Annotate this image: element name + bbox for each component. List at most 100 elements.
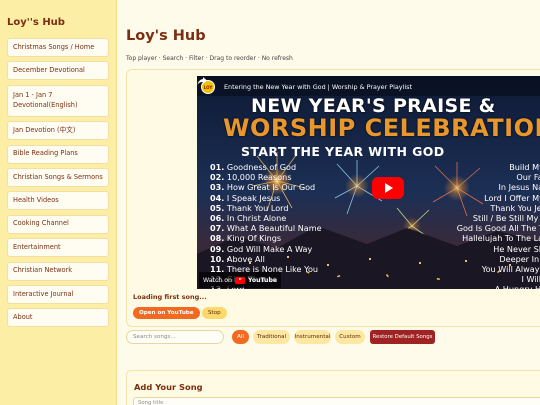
thumbnail-tracklist-left: 01. Goodness of God 02. 10,000 Reasons 03.…: [210, 162, 360, 289]
sidebar-item-label: Christian Songs & Sermons: [13, 172, 103, 181]
add-song-card: Add Your Song: [126, 370, 540, 405]
youtube-logo-icon: [234, 276, 245, 284]
track-title: God Will Make A Way: [226, 243, 313, 254]
tracklist-item: Thank You Jesu: [490, 202, 540, 213]
filter-bar: All Traditional Instrumental Custom Rest…: [126, 329, 540, 345]
search-input[interactable]: [126, 330, 224, 344]
sidebar-item-jan-devotion-chinese[interactable]: Jan Devotion (中文): [7, 121, 109, 141]
play-icon: [385, 183, 393, 193]
track-number: 04.: [210, 192, 225, 203]
tracklist-item: 04. I Speak Jesus: [210, 193, 360, 203]
sidebar-item-label: Bible Reading Plans: [13, 149, 78, 158]
track-number: 06.: [210, 212, 225, 223]
sidebar-item-label: Christmas Songs / Home: [13, 42, 95, 51]
loading-status: Loading first song...: [133, 293, 207, 301]
tracklist-item: I Will Si: [521, 274, 540, 285]
tracklist-item: God Is Good All The Tin: [456, 223, 540, 234]
add-song-heading: Add Your Song: [134, 382, 203, 392]
track-number: 05.: [210, 202, 225, 213]
track-number: 09.: [210, 243, 225, 254]
video-title[interactable]: Entering the New Year with God | Worship…: [224, 83, 412, 91]
filter-chip-traditional[interactable]: Traditional: [253, 330, 290, 344]
tracklist-item: A Hungry Hea: [411, 284, 540, 289]
sidebar-item-bible-reading-plans[interactable]: Bible Reading Plans: [7, 144, 109, 164]
tracklist-item: Our Fath: [516, 172, 540, 183]
sidebar-nav: Christmas Songs / Home December Devotion…: [7, 38, 109, 332]
track-title: How Great Is Our God: [226, 182, 316, 193]
sidebar-item-interactive-journal[interactable]: Interactive Journal: [7, 284, 109, 304]
play-button[interactable]: [372, 177, 404, 199]
tracklist-item: 03. How Great Is Our God: [210, 182, 360, 192]
tracklist-item: 01. Goodness of God: [210, 162, 360, 172]
tracklist-item: 08. King Of Kings: [210, 233, 360, 243]
tracklist-item: Lord I Offer My L: [484, 192, 540, 203]
sidebar-item-label: Cooking Channel: [13, 219, 69, 228]
sidebar-item-christian-songs-sermons[interactable]: Christian Songs & Sermons: [7, 167, 109, 187]
track-number: 01.: [210, 162, 225, 172]
share-icon[interactable]: [197, 76, 207, 86]
sidebar-item-label: Entertainment: [13, 242, 61, 251]
tracklist-item: In Jesus Nam: [498, 182, 540, 193]
tracklist-item: 10. Above All: [210, 254, 360, 264]
tracklist-item: Still / Be Still My So: [472, 212, 540, 223]
filter-chip-instrumental[interactable]: Instrumental: [294, 330, 331, 344]
track-title: Goodness of God: [226, 162, 297, 172]
tracklist-item: 09. God Will Make A Way: [210, 244, 360, 254]
restore-default-songs-button[interactable]: Restore Default Songs: [370, 330, 435, 344]
sidebar-item-christmas-songs[interactable]: Christmas Songs / Home: [7, 38, 109, 57]
track-title: 10,000 Reasons: [226, 172, 292, 183]
sidebar-item-label: Jan 1 - Jan 7 Devotional(English): [13, 91, 78, 109]
thumbnail-headline-2: WORSHIP CELEBRATION: [223, 114, 540, 142]
sidebar-item-label: December Devotional: [13, 66, 85, 75]
player-card: LOY Entering the New Year with God | Wor…: [126, 69, 540, 327]
sidebar-item-christian-network[interactable]: Christian Network: [7, 261, 109, 281]
tracklist-item: Deeper In Lo: [499, 253, 540, 264]
youtube-embed[interactable]: LOY Entering the New Year with God | Wor…: [197, 76, 540, 289]
sidebar-item-entertainment[interactable]: Entertainment: [7, 238, 109, 258]
page-title: Loy's Hub: [126, 28, 206, 44]
thumbnail-tracklist-right: Build My LOur FathIn Jesus NamLord I Off…: [411, 162, 540, 289]
track-number: 03.: [210, 182, 225, 193]
sidebar-item-about[interactable]: About: [7, 308, 109, 328]
open-on-youtube-button[interactable]: Open on YouTube: [133, 307, 200, 319]
tracklist-item: You Will Always F: [481, 263, 540, 274]
track-number: 02.: [210, 172, 225, 183]
track-number: 07.: [210, 223, 225, 234]
sidebar-item-label: Health Videos: [13, 196, 59, 205]
track-title: In Christ Alone: [226, 212, 287, 223]
main-content: Loy's Hub Top player · Search · Filter ·…: [117, 0, 540, 405]
sidebar-item-label: Christian Network: [13, 266, 73, 275]
tracklist-item: Build My L: [509, 162, 540, 172]
track-title: King Of Kings: [226, 233, 282, 244]
tracklist-item: 02. 10,000 Reasons: [210, 172, 360, 182]
watch-on-youtube-button[interactable]: Watch on YouTube: [199, 272, 282, 288]
filter-chip-custom[interactable]: Custom: [335, 330, 365, 344]
track-title: Thank You Lord: [226, 202, 289, 213]
sidebar-item-december-devotional[interactable]: December Devotional: [7, 61, 109, 81]
sidebar-item-cooking-channel[interactable]: Cooking Channel: [7, 214, 109, 234]
sidebar-item-label: Jan Devotion (中文): [13, 125, 76, 134]
usage-hint: Top player · Search · Filter · Drag to r…: [126, 55, 293, 62]
track-title: Above All: [226, 253, 265, 264]
sidebar-title: Loy''s Hub: [7, 17, 65, 28]
filter-chip-all[interactable]: All: [232, 330, 249, 344]
sidebar-item-health-videos[interactable]: Health Videos: [7, 191, 109, 211]
thumbnail-subheadline: START THE YEAR WITH GOD: [241, 144, 445, 159]
track-number: 10.: [210, 253, 225, 264]
tracklist-item: 05. Thank You Lord: [210, 203, 360, 213]
track-title: I Speak Jesus: [226, 192, 281, 203]
sidebar-item-label: Interactive Journal: [13, 289, 74, 298]
song-title-field[interactable]: [133, 397, 540, 405]
sidebar-item-jan-devotional-english[interactable]: Jan 1 - Jan 7 Devotional(English): [7, 84, 109, 117]
sidebar: Loy''s Hub Christmas Songs / Home Decemb…: [0, 0, 117, 405]
tracklist-item: Hallelujah To The Lam: [462, 233, 540, 244]
tracklist-item: He Never Slee: [493, 243, 540, 254]
track-title: What A Beautiful Name: [226, 223, 322, 234]
video-header: LOY Entering the New Year with God | Wor…: [197, 76, 540, 96]
stop-button[interactable]: Stop: [202, 307, 227, 319]
sidebar-item-label: About: [13, 313, 33, 322]
tracklist-item: 06. In Christ Alone: [210, 213, 360, 223]
youtube-label: YouTube: [247, 276, 278, 284]
tracklist-item: 07. What A Beautiful Name: [210, 223, 360, 233]
track-number: 08.: [210, 233, 225, 244]
